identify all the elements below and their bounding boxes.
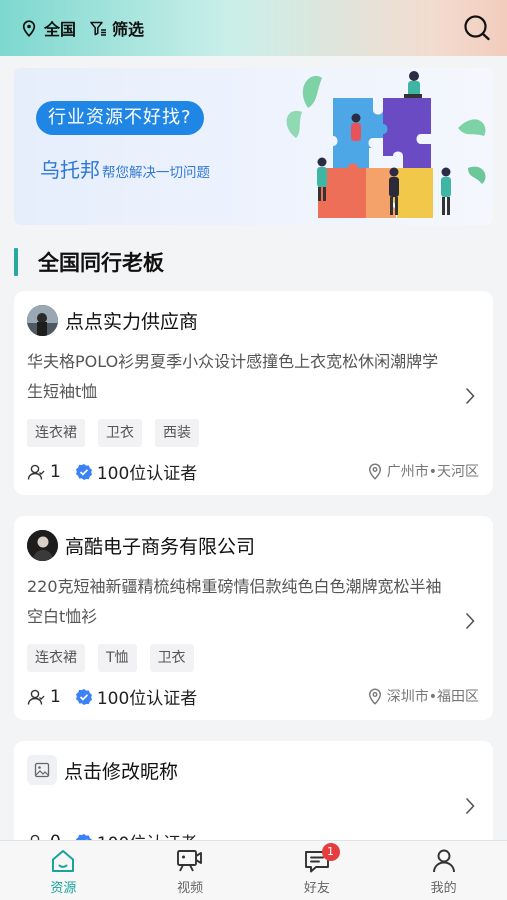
notification-badge: 1 bbox=[321, 843, 340, 861]
section-accent-bar bbox=[14, 248, 18, 276]
user-icon bbox=[432, 849, 455, 873]
chevron-right-icon bbox=[465, 387, 475, 405]
address-text: 广州市•天河区 bbox=[386, 464, 479, 480]
card-meta: 1 100位认证者 bbox=[27, 684, 197, 709]
location-selector[interactable]: 全国 bbox=[22, 16, 76, 40]
banner-slogan: 乌托邦 帮您解决一切问题 bbox=[40, 154, 210, 183]
followers-icon bbox=[27, 689, 45, 705]
supplier-name: 点击修改昵称 bbox=[64, 760, 179, 783]
search-button[interactable] bbox=[463, 14, 491, 42]
location-pin-icon bbox=[22, 19, 36, 37]
filter-label: 筛选 bbox=[112, 20, 145, 39]
verified-text: 100位认证者 bbox=[96, 689, 198, 709]
tag: 连衣裙 bbox=[27, 644, 85, 672]
supplier-name: 点点实力供应商 bbox=[65, 311, 199, 333]
verified-text: 100位认证者 bbox=[96, 464, 198, 484]
location-pin-icon bbox=[368, 462, 381, 480]
supplier-card[interactable]: 点点实力供应商 华夫格POLO衫男夏季小众设计感撞色上衣宽松休闲潮牌学生短袖t恤… bbox=[14, 291, 493, 495]
top-bar: 全国 筛选 bbox=[0, 0, 507, 56]
verified-info: 100位认证者 bbox=[75, 684, 197, 709]
chevron-right-icon bbox=[465, 797, 475, 815]
verified-badge-icon bbox=[75, 463, 92, 480]
card-header: 点击修改昵称 bbox=[27, 755, 178, 785]
banner-brand: 乌托邦 bbox=[40, 158, 100, 182]
section-title: 全国同行老板 bbox=[38, 251, 164, 275]
tab-resources[interactable]: 资源 bbox=[0, 841, 127, 900]
tab-me[interactable]: 我的 bbox=[380, 841, 507, 900]
filter-button[interactable]: 筛选 bbox=[90, 16, 144, 40]
chevron-right-icon bbox=[465, 612, 475, 630]
card-meta: 1 100位认证者 bbox=[27, 459, 197, 484]
tag: T恤 bbox=[98, 644, 137, 672]
tab-friends[interactable]: 1 好友 bbox=[254, 841, 381, 900]
tab-label: 好友 bbox=[303, 881, 330, 896]
supplier-name: 高酷电子商务有限公司 bbox=[65, 536, 256, 558]
card-address: 深圳市•福田区 bbox=[368, 686, 479, 706]
tag-list: 连衣裙 T恤 卫衣 bbox=[27, 644, 207, 672]
location-label: 全国 bbox=[44, 20, 77, 39]
search-icon bbox=[464, 15, 490, 41]
card-header: 高酷电子商务有限公司 bbox=[27, 530, 255, 561]
supplier-card[interactable]: 高酷电子商务有限公司 220克短袖新疆精梳纯棉重磅情侣款纯色白色潮牌宽松半袖空白… bbox=[14, 516, 493, 720]
verified-info: 100位认证者 bbox=[75, 459, 197, 484]
tag: 卫衣 bbox=[149, 644, 194, 672]
tag-list: 连衣裙 卫衣 西装 bbox=[27, 419, 212, 447]
tag: 卫衣 bbox=[98, 419, 142, 447]
address-text: 深圳市•福田区 bbox=[386, 689, 479, 705]
follower-count: 1 bbox=[50, 461, 61, 482]
avatar bbox=[27, 755, 57, 785]
tag: 连衣裙 bbox=[27, 419, 85, 447]
card-address: 广州市•天河区 bbox=[368, 461, 479, 481]
avatar bbox=[27, 530, 58, 561]
tab-label: 资源 bbox=[50, 881, 77, 896]
filter-icon bbox=[90, 21, 107, 36]
tab-label: 视频 bbox=[177, 881, 204, 896]
tab-label: 我的 bbox=[430, 881, 457, 896]
banner-pill: 行业资源不好找? bbox=[36, 101, 204, 135]
promo-banner[interactable]: 行业资源不好找? 乌托邦 帮您解决一切问题 bbox=[14, 68, 493, 225]
image-placeholder-icon bbox=[34, 762, 50, 778]
home-icon bbox=[52, 850, 75, 872]
tag: 西装 bbox=[155, 419, 199, 447]
location-pin-icon bbox=[368, 687, 381, 705]
follower-count: 1 bbox=[50, 686, 61, 707]
video-icon bbox=[177, 850, 203, 872]
verified-badge-icon bbox=[75, 688, 92, 705]
tab-video[interactable]: 视频 bbox=[127, 841, 254, 900]
puzzle-illustration bbox=[286, 71, 486, 218]
section-header: 全国同行老板 bbox=[14, 247, 164, 277]
bottom-tab-bar: 资源 视频 1 好友 我的 bbox=[0, 840, 507, 900]
supplier-description: 华夫格POLO衫男夏季小众设计感撞色上衣宽松休闲潮牌学生短袖t恤 bbox=[27, 352, 439, 401]
supplier-description: 220克短袖新疆精梳纯棉重磅情侣款纯色白色潮牌宽松半袖空白t恤衫 bbox=[27, 577, 442, 626]
banner-slogan-text: 帮您解决一切问题 bbox=[102, 165, 210, 181]
followers-icon bbox=[27, 464, 45, 480]
card-header: 点点实力供应商 bbox=[27, 305, 198, 336]
avatar bbox=[27, 305, 58, 336]
